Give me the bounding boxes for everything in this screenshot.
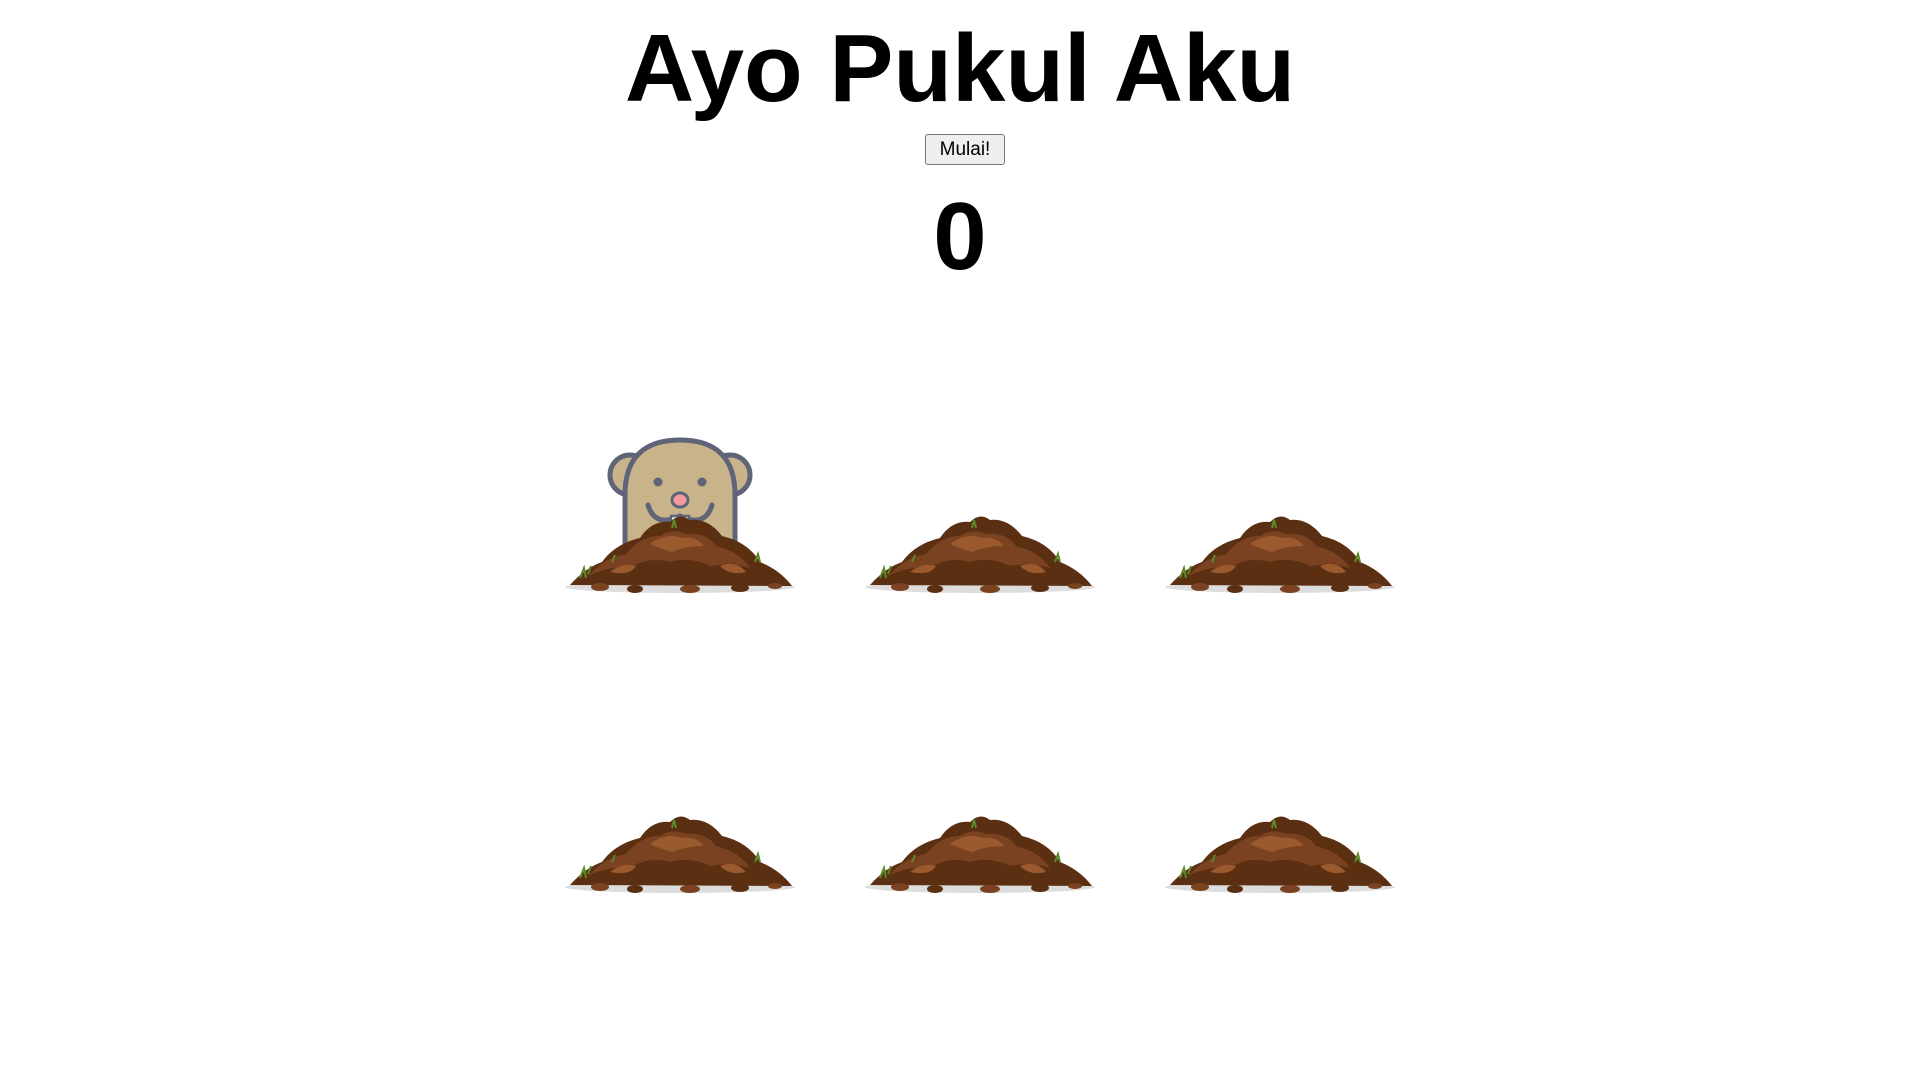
mole-grid xyxy=(540,300,1395,900)
hole-graphic xyxy=(565,437,795,593)
game-title: Ayo Pukul Aku xyxy=(624,15,1296,122)
hole-graphic xyxy=(1165,516,1395,593)
start-button[interactable]: Mulai! xyxy=(925,134,1005,165)
hole-graphic xyxy=(565,816,795,893)
hole-2[interactable] xyxy=(840,300,1120,600)
hole-graphic xyxy=(865,516,1095,593)
dirt-mound-icon xyxy=(1165,516,1395,593)
dirt-mound-icon xyxy=(565,516,795,593)
hole-4[interactable] xyxy=(540,600,820,900)
hole-1[interactable] xyxy=(540,300,820,600)
dirt-mound-icon xyxy=(1165,816,1395,893)
dirt-mound-icon xyxy=(865,516,1095,593)
game-page: Ayo Pukul Aku Mulai! 0 xyxy=(0,0,1920,1080)
hole-graphic xyxy=(1165,816,1395,893)
dirt-mound-icon xyxy=(865,816,1095,893)
hole-3[interactable] xyxy=(1140,300,1420,600)
hole-5[interactable] xyxy=(840,600,1120,900)
hole-graphic xyxy=(865,816,1095,893)
dirt-mound-icon xyxy=(565,816,795,893)
hole-6[interactable] xyxy=(1140,600,1420,900)
score-display: 0 xyxy=(933,183,987,290)
